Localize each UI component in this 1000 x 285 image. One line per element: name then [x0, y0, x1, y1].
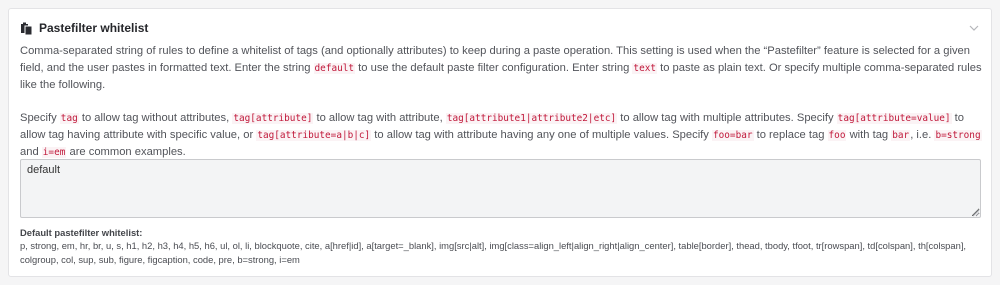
code-bar: bar — [891, 130, 911, 141]
code-tag-attribute: tag[attribute] — [232, 113, 314, 124]
code-text: text — [632, 63, 657, 74]
code-foo-bar: foo=bar — [712, 130, 754, 141]
chevron-down-icon[interactable] — [967, 21, 981, 35]
code-b-strong: b=strong — [934, 130, 982, 141]
code-tag: tag — [59, 113, 79, 124]
resize-handle-icon[interactable] — [972, 209, 980, 217]
code-foo: foo — [827, 130, 847, 141]
settings-panel: Pastefilter whitelist Comma-separated st… — [8, 8, 992, 277]
field-description: Comma-separated string of rules to defin… — [20, 43, 985, 161]
whitelist-textarea[interactable]: default — [20, 159, 981, 218]
code-default: default — [313, 63, 356, 74]
description-paragraph-2: Specify tag to allow tag without attribu… — [20, 112, 982, 158]
code-i-em: i=em — [41, 147, 67, 158]
code-tag-attribute-value: tag[attribute=value] — [836, 113, 952, 124]
default-whitelist-label: Default pastefilter whitelist: — [20, 227, 143, 238]
section-title: Pastefilter whitelist — [39, 21, 149, 35]
description-paragraph-1: Comma-separated string of rules to defin… — [20, 45, 982, 91]
default-whitelist-value: p, strong, em, hr, br, u, s, h1, h2, h3,… — [20, 240, 967, 265]
code-tag-attribute-values: tag[attribute=a|b|c] — [256, 130, 372, 141]
section-header[interactable]: Pastefilter whitelist — [20, 19, 981, 37]
code-tag-multi-attribute: tag[attribute1|attribute2|etc] — [445, 113, 618, 124]
clipboard-icon — [21, 22, 33, 35]
